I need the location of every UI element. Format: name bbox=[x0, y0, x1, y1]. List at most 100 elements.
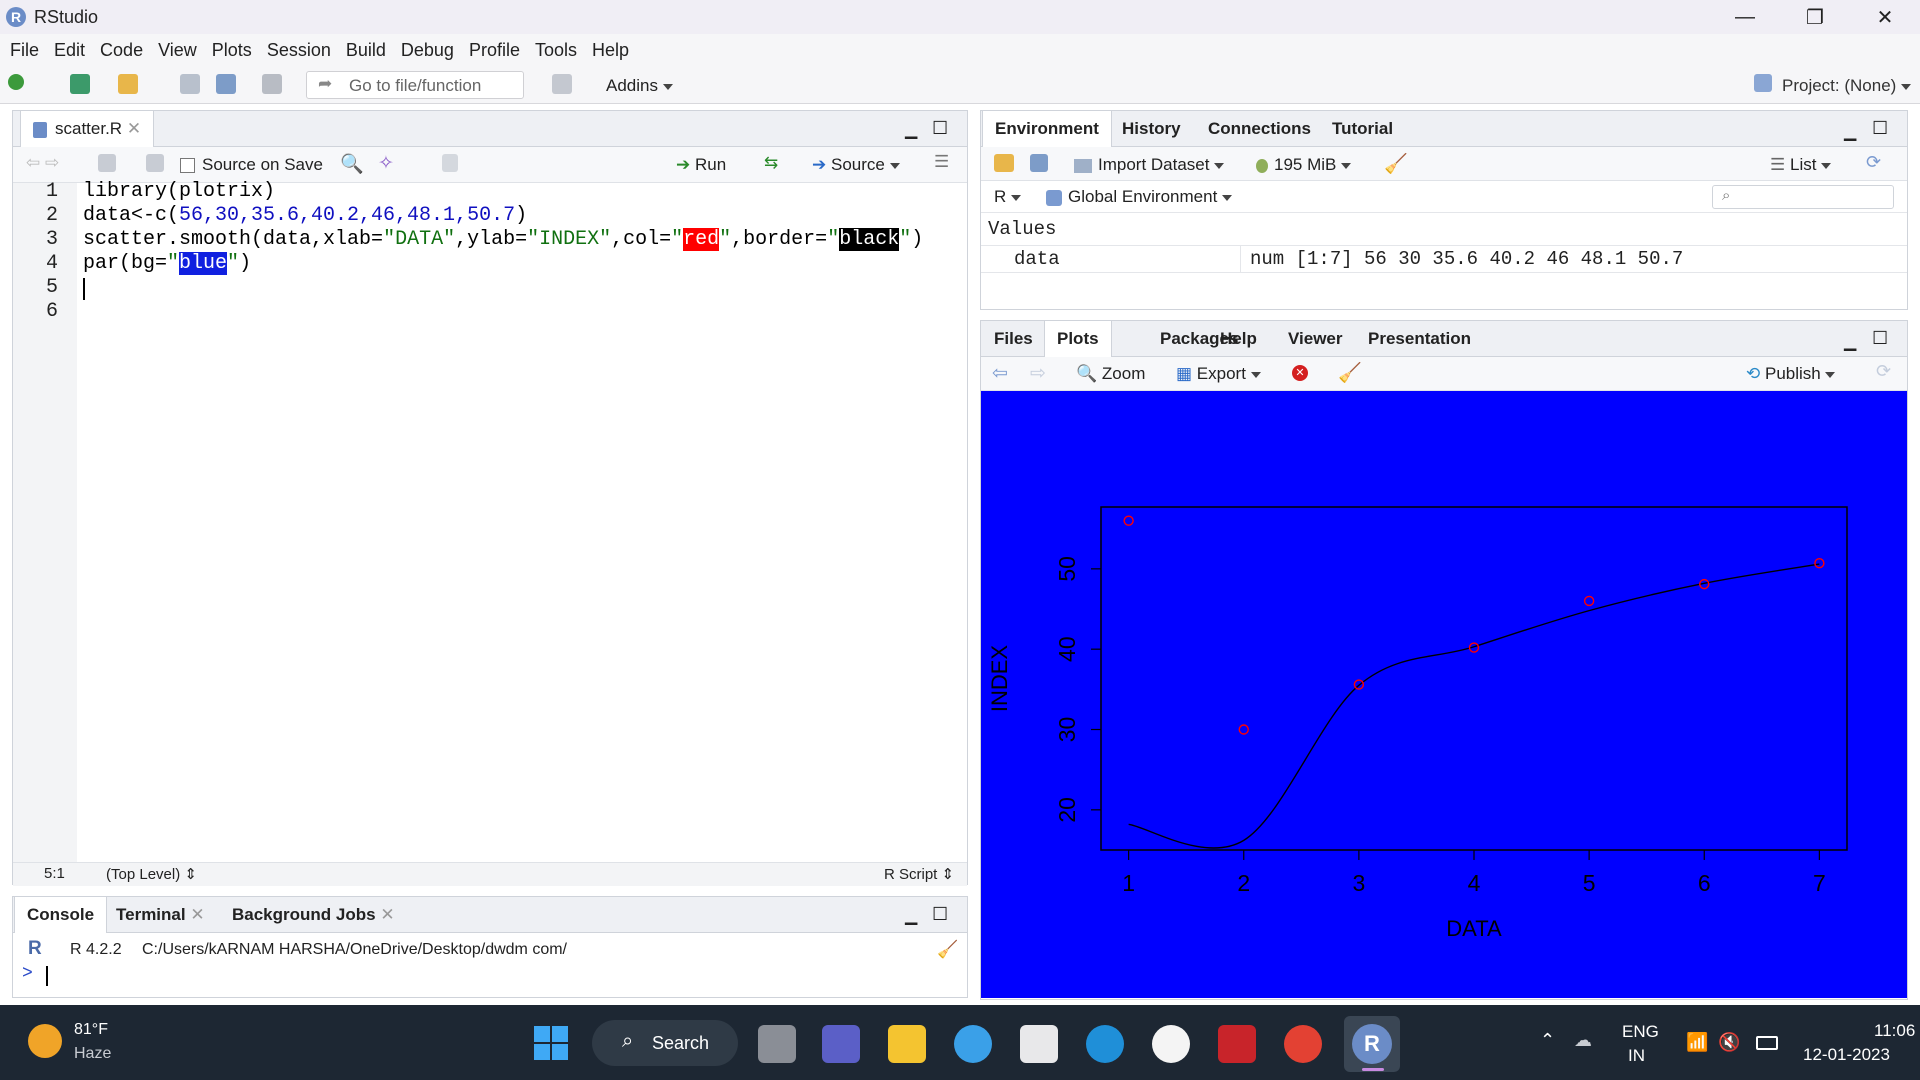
tab-history[interactable]: History bbox=[1110, 111, 1193, 147]
tab-scatter-r[interactable]: scatter.R ✕ bbox=[20, 111, 155, 147]
minimize-plots-icon[interactable]: ▁ bbox=[1844, 332, 1856, 352]
clock-time[interactable]: 11:06 bbox=[1874, 1021, 1915, 1041]
tab-connections[interactable]: Connections bbox=[1196, 111, 1323, 147]
source-button[interactable]: ➔ Source bbox=[812, 155, 900, 175]
menu-file[interactable]: File bbox=[10, 40, 39, 61]
working-directory[interactable]: C:/Users/kARNAM HARSHA/OneDrive/Desktop/… bbox=[142, 941, 567, 959]
teams-chat-icon[interactable] bbox=[822, 1025, 860, 1063]
addins-menu[interactable]: Addins bbox=[606, 76, 673, 96]
code-line-4[interactable]: par(bg="blue") bbox=[83, 252, 251, 275]
code-line-2[interactable]: data<-c(56,30,35.6,40.2,46,48.1,50.7) bbox=[83, 204, 527, 227]
maximize-pane-icon[interactable]: ☐ bbox=[932, 118, 948, 139]
clock-date[interactable]: 12-01-2023 bbox=[1803, 1045, 1890, 1065]
prev-plot-icon[interactable]: ⇦ bbox=[992, 362, 1008, 385]
volume-muted-icon[interactable]: 🔇 bbox=[1718, 1032, 1740, 1053]
tab-background-jobs[interactable]: Background Jobs ✕ bbox=[220, 897, 407, 933]
windows-start-icon[interactable] bbox=[534, 1026, 568, 1060]
code-tools-icon[interactable]: ✧ bbox=[378, 152, 394, 175]
file-type-selector[interactable]: R Script ⇕ bbox=[884, 865, 954, 883]
clear-workspace-icon[interactable]: 🧹 bbox=[1384, 152, 1408, 176]
tab-plots[interactable]: Plots bbox=[1044, 321, 1112, 357]
minimize-pane-icon[interactable]: ▁ bbox=[905, 120, 917, 140]
next-plot-icon[interactable]: ⇨ bbox=[1030, 362, 1046, 385]
tab-terminal[interactable]: Terminal ✕ bbox=[104, 897, 217, 933]
grid-layout-icon[interactable] bbox=[552, 74, 572, 94]
scope-selector[interactable]: (Top Level) ⇕ bbox=[106, 865, 197, 883]
menu-build[interactable]: Build bbox=[346, 40, 386, 61]
language-in[interactable]: IN bbox=[1628, 1046, 1645, 1066]
save-all-icon[interactable] bbox=[216, 74, 236, 94]
close-button[interactable]: ✕ bbox=[1850, 0, 1920, 34]
menu-view[interactable]: View bbox=[158, 40, 197, 61]
menu-help[interactable]: Help bbox=[592, 40, 629, 61]
maximize-plots-icon[interactable]: ☐ bbox=[1872, 328, 1888, 349]
env-search-input[interactable] bbox=[1712, 185, 1894, 209]
global-env-selector[interactable]: Global Environment bbox=[1046, 187, 1233, 207]
weather-status[interactable]: Haze bbox=[74, 1045, 111, 1063]
microsoft-store-icon[interactable] bbox=[1020, 1025, 1058, 1063]
show-hidden-icons[interactable]: ⌃ bbox=[1540, 1030, 1555, 1051]
run-button[interactable]: ➔ Run bbox=[676, 155, 726, 175]
refresh-env-icon[interactable]: ⟳ bbox=[1866, 152, 1881, 173]
language-eng[interactable]: ENG bbox=[1622, 1022, 1659, 1042]
import-dataset-button[interactable]: Import Dataset bbox=[1074, 155, 1225, 175]
maximize-console-icon[interactable]: ☐ bbox=[932, 904, 948, 925]
task-view-icon[interactable] bbox=[758, 1025, 796, 1063]
menu-tools[interactable]: Tools bbox=[535, 40, 577, 61]
save-workspace-icon[interactable] bbox=[1030, 154, 1048, 172]
tab-presentation[interactable]: Presentation bbox=[1356, 321, 1483, 357]
print-icon[interactable] bbox=[262, 74, 282, 94]
tab-viewer[interactable]: Viewer bbox=[1276, 321, 1355, 357]
new-file-icon[interactable] bbox=[8, 74, 24, 90]
clear-console-icon[interactable]: 🧹 bbox=[937, 940, 958, 960]
battery-icon[interactable] bbox=[1756, 1036, 1778, 1050]
help-app-icon[interactable] bbox=[954, 1025, 992, 1063]
compile-report-icon[interactable] bbox=[442, 154, 458, 172]
outline-icon[interactable]: ☰ bbox=[934, 152, 949, 172]
minimize-button[interactable]: — bbox=[1710, 0, 1780, 34]
minimize-console-icon[interactable]: ▁ bbox=[905, 906, 917, 926]
tab-console[interactable]: Console bbox=[14, 897, 108, 933]
remove-plot-icon[interactable]: ✕ bbox=[1292, 365, 1308, 381]
mcafee-icon[interactable] bbox=[1218, 1025, 1256, 1063]
load-workspace-icon[interactable] bbox=[994, 154, 1014, 172]
console-input[interactable] bbox=[44, 966, 944, 986]
list-view-selector[interactable]: ☰ List bbox=[1770, 155, 1832, 175]
wifi-icon[interactable]: 📶 bbox=[1686, 1032, 1708, 1053]
code-line-3[interactable]: scatter.smooth(data,xlab="DATA",ylab="IN… bbox=[83, 228, 923, 251]
code-line-1[interactable]: library(plotrix) bbox=[83, 180, 275, 203]
edge-browser-icon[interactable] bbox=[1086, 1025, 1124, 1063]
tab-environment[interactable]: Environment bbox=[982, 111, 1112, 147]
tab-help[interactable]: Help bbox=[1208, 321, 1269, 357]
search-icon[interactable]: 🔍 bbox=[340, 152, 364, 176]
language-selector[interactable]: R bbox=[994, 187, 1022, 207]
menu-session[interactable]: Session bbox=[267, 40, 331, 61]
save-icon[interactable] bbox=[180, 74, 200, 94]
goto-file-input[interactable]: Go to file/function bbox=[306, 71, 524, 99]
restore-button[interactable]: ❐ bbox=[1780, 0, 1850, 34]
save-file-icon[interactable] bbox=[146, 154, 164, 172]
new-project-icon[interactable] bbox=[70, 74, 90, 94]
maximize-env-icon[interactable]: ☐ bbox=[1872, 118, 1888, 139]
menu-debug[interactable]: Debug bbox=[401, 40, 454, 61]
open-file-icon[interactable] bbox=[118, 74, 138, 94]
memory-usage[interactable]: 195 MiB bbox=[1256, 155, 1352, 175]
menu-edit[interactable]: Edit bbox=[54, 40, 85, 61]
minimize-env-icon[interactable]: ▁ bbox=[1844, 122, 1856, 142]
zoom-button[interactable]: 🔍 Zoom bbox=[1076, 364, 1145, 384]
menu-code[interactable]: Code bbox=[100, 40, 143, 61]
app-shield-icon[interactable] bbox=[1152, 1025, 1190, 1063]
file-explorer-icon[interactable] bbox=[888, 1025, 926, 1063]
tab-files[interactable]: Files bbox=[982, 321, 1045, 357]
chrome-icon[interactable] bbox=[1284, 1025, 1322, 1063]
menu-plots[interactable]: Plots bbox=[212, 40, 252, 61]
weather-temp[interactable]: 81°F bbox=[74, 1021, 108, 1039]
export-button[interactable]: ▦ Export bbox=[1176, 364, 1261, 384]
project-menu[interactable]: Project: (None) bbox=[1782, 76, 1912, 96]
refresh-plot-icon[interactable]: ⟳ bbox=[1876, 361, 1891, 382]
show-in-window-icon[interactable] bbox=[98, 154, 116, 172]
back-icon[interactable]: ⇦ ⇨ bbox=[26, 153, 59, 173]
weather-sun-icon[interactable] bbox=[28, 1024, 62, 1058]
rerun-icon[interactable]: ⇆ bbox=[764, 153, 778, 173]
publish-button[interactable]: ⟲ Publish bbox=[1746, 364, 1836, 384]
